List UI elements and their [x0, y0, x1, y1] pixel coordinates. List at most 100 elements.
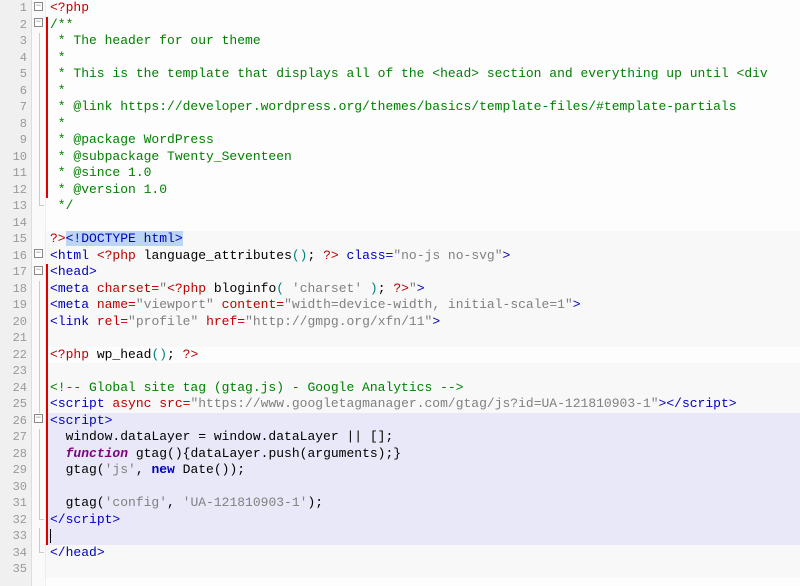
- code-token: 'js': [105, 462, 136, 477]
- fold-marker: [32, 347, 45, 364]
- code-line[interactable]: ?><!DOCTYPE html>: [46, 231, 800, 248]
- fold-marker[interactable]: −: [32, 248, 45, 265]
- block-indicator: [46, 149, 48, 166]
- code-line[interactable]: [46, 330, 800, 347]
- line-number: 6: [0, 83, 27, 100]
- code-line[interactable]: *: [46, 50, 800, 67]
- code-line[interactable]: <script async src="https://www.googletag…: [46, 396, 800, 413]
- code-line[interactable]: gtag('js', new Date());: [46, 462, 800, 479]
- block-indicator: [46, 264, 48, 281]
- code-line[interactable]: <script>: [46, 413, 800, 430]
- code-token: );: [307, 495, 323, 510]
- code-line[interactable]: <head>: [46, 264, 800, 281]
- code-line[interactable]: *: [46, 83, 800, 100]
- code-line[interactable]: <link rel="profile" href="http://gmpg.or…: [46, 314, 800, 331]
- code-token: * @package WordPress: [50, 132, 214, 147]
- block-indicator: [46, 182, 48, 199]
- code-token: >: [105, 413, 113, 428]
- code-token: *: [50, 116, 66, 131]
- code-editor[interactable]: 1234567891011121314151617181920212223242…: [0, 0, 800, 586]
- code-line[interactable]: */: [46, 198, 800, 215]
- code-line[interactable]: [46, 215, 800, 232]
- code-token: (): [151, 347, 167, 362]
- code-token: <: [50, 264, 58, 279]
- block-indicator: [46, 99, 48, 116]
- code-line[interactable]: gtag('config', 'UA-121810903-1');: [46, 495, 800, 512]
- code-token: function: [66, 446, 128, 461]
- block-indicator: [46, 83, 48, 100]
- code-token: >: [112, 512, 120, 527]
- code-line[interactable]: <meta charset="<?php bloginfo( 'charset'…: [46, 281, 800, 298]
- code-token: gtag(: [50, 495, 105, 510]
- code-token: <: [50, 297, 58, 312]
- block-indicator: [46, 429, 48, 446]
- line-number: 5: [0, 66, 27, 83]
- code-token: script: [66, 512, 113, 527]
- block-indicator: [46, 347, 48, 364]
- line-number: 12: [0, 182, 27, 199]
- fold-marker[interactable]: −: [32, 0, 45, 17]
- code-token: script: [58, 413, 105, 428]
- code-line[interactable]: * This is the template that displays all…: [46, 66, 800, 83]
- code-line[interactable]: <?php: [46, 0, 800, 17]
- code-token: head: [66, 545, 97, 560]
- code-line[interactable]: * @version 1.0: [46, 182, 800, 199]
- block-indicator: [46, 66, 48, 83]
- fold-marker: [32, 314, 45, 331]
- code-line[interactable]: </head>: [46, 545, 800, 562]
- fold-toggle-icon[interactable]: −: [34, 18, 43, 27]
- code-line[interactable]: * @subpackage Twenty_Seventeen: [46, 149, 800, 166]
- code-line[interactable]: <?php wp_head(); ?>: [46, 347, 800, 364]
- fold-toggle-icon[interactable]: −: [34, 266, 43, 275]
- block-indicator: [46, 479, 48, 496]
- code-line[interactable]: <meta name="viewport" content="width=dev…: [46, 297, 800, 314]
- block-indicator: [46, 446, 48, 463]
- block-indicator: [46, 50, 48, 67]
- code-line[interactable]: * @package WordPress: [46, 132, 800, 149]
- line-number: 19: [0, 297, 27, 314]
- code-token: *: [50, 50, 66, 65]
- code-line[interactable]: <!-- Global site tag (gtag.js) - Google …: [46, 380, 800, 397]
- code-token: <: [50, 396, 58, 411]
- fold-marker: [32, 281, 45, 298]
- fold-marker: [32, 429, 45, 446]
- code-line[interactable]: [46, 479, 800, 496]
- code-line[interactable]: window.dataLayer = window.dataLayer || […: [46, 429, 800, 446]
- code-token: *: [50, 83, 66, 98]
- fold-marker[interactable]: −: [32, 264, 45, 281]
- code-token: /**: [50, 17, 73, 32]
- fold-marker[interactable]: −: [32, 413, 45, 430]
- line-number: 15: [0, 231, 27, 248]
- code-line[interactable]: <html <?php language_attributes(); ?> cl…: [46, 248, 800, 265]
- fold-column[interactable]: − − − − −: [32, 0, 46, 586]
- code-line[interactable]: /**: [46, 17, 800, 34]
- fold-marker: [32, 83, 45, 100]
- code-token: new: [151, 462, 174, 477]
- line-number: 28: [0, 446, 27, 463]
- fold-marker: [32, 380, 45, 397]
- code-line[interactable]: * @link https://developer.wordpress.org/…: [46, 99, 800, 116]
- block-indicator: [46, 132, 48, 149]
- fold-toggle-icon[interactable]: −: [34, 414, 43, 423]
- fold-marker: [32, 363, 45, 380]
- fold-marker[interactable]: −: [32, 17, 45, 34]
- fold-toggle-icon[interactable]: −: [34, 249, 43, 258]
- code-line[interactable]: [46, 528, 800, 545]
- code-token: script: [58, 396, 113, 411]
- block-indicator: [46, 363, 48, 380]
- code-line[interactable]: function gtag(){dataLayer.push(arguments…: [46, 446, 800, 463]
- fold-marker: [32, 33, 45, 50]
- code-line[interactable]: [46, 561, 800, 578]
- code-token: meta: [58, 297, 97, 312]
- code-line[interactable]: * @since 1.0: [46, 165, 800, 182]
- code-line[interactable]: *: [46, 116, 800, 133]
- code-token: head: [58, 264, 89, 279]
- code-area[interactable]: <?php /** * The header for our theme * * …: [46, 0, 800, 586]
- code-token: <?php: [50, 0, 89, 15]
- code-line[interactable]: </script>: [46, 512, 800, 529]
- code-token: bloginfo: [206, 281, 276, 296]
- code-line[interactable]: [46, 363, 800, 380]
- fold-toggle-icon[interactable]: −: [34, 2, 43, 11]
- code-token: <!-- Global site tag (gtag.js) - Google …: [50, 380, 463, 395]
- code-line[interactable]: * The header for our theme: [46, 33, 800, 50]
